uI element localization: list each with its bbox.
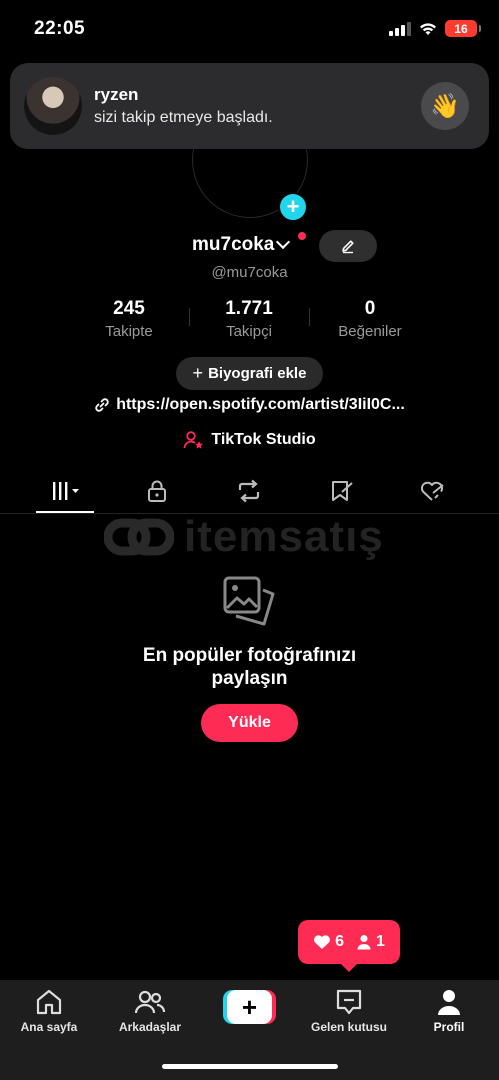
stat-likes-value: 0 <box>364 298 376 319</box>
stat-likes[interactable]: 0 Beğeniler <box>310 298 430 340</box>
stat-following[interactable]: 245 Takipte <box>69 298 189 340</box>
profile-handle: @mu7coka <box>211 264 288 281</box>
status-bar: 22:05 16 <box>0 0 499 60</box>
photos-icon <box>222 574 278 635</box>
status-time: 22:05 <box>34 18 86 39</box>
studio-person-star-icon <box>183 431 204 449</box>
lock-icon <box>148 480 166 502</box>
notification-avatar <box>24 77 82 135</box>
tab-videos[interactable] <box>35 468 95 514</box>
nav-home-label: Ana sayfa <box>20 1020 78 1034</box>
bubble-likes-count: 6 <box>335 933 344 950</box>
nav-home[interactable]: Ana sayfa <box>4 988 94 1034</box>
tab-saved[interactable] <box>311 468 371 514</box>
nav-profile[interactable]: Profil <box>404 988 494 1034</box>
watermark: itemsatış <box>104 512 384 562</box>
home-icon <box>36 989 62 1015</box>
stat-followers[interactable]: 1.771 Takipçi <box>189 298 309 340</box>
cellular-signal-icon <box>389 21 411 36</box>
tab-reposts[interactable] <box>219 468 279 514</box>
liked-icon <box>420 481 444 501</box>
edit-profile-button[interactable] <box>319 230 377 262</box>
activity-bubble[interactable]: 6 1 <box>298 920 400 972</box>
studio-label: TikTok Studio <box>211 431 316 448</box>
add-avatar-plus-icon[interactable]: + <box>278 192 308 222</box>
nav-friends-label: Arkadaşlar <box>118 1020 182 1034</box>
status-icons: 16 <box>389 20 481 37</box>
create-button[interactable]: + <box>223 990 276 1024</box>
tab-private[interactable] <box>127 468 187 514</box>
nav-friends[interactable]: Arkadaşlar <box>105 988 195 1034</box>
pencil-icon <box>342 240 354 254</box>
bubble-followers-count: 1 <box>376 933 385 950</box>
repost-icon <box>238 479 260 503</box>
nav-inbox[interactable]: Gelen kutusu <box>304 988 394 1034</box>
wave-hand-icon[interactable]: 👋 <box>421 82 469 130</box>
saved-icon <box>332 481 353 501</box>
link-icon <box>95 398 109 412</box>
person-icon <box>357 935 371 950</box>
nav-profile-label: Profil <box>433 1020 465 1034</box>
wifi-icon <box>420 22 436 35</box>
profile-link-text: https://open.spotify.com/artist/3IiI0C..… <box>116 396 405 413</box>
add-bio-button[interactable]: + Biyografi ekle <box>176 357 323 390</box>
empty-state-title: En popüler fotoğrafınızı paylaşın <box>0 644 499 690</box>
stat-followers-value: 1.771 <box>225 298 273 319</box>
nav-inbox-label: Gelen kutusu <box>310 1020 387 1034</box>
notification-username: ryzen <box>94 85 139 104</box>
videos-grid-icon <box>53 482 79 500</box>
stat-following-value: 245 <box>113 298 145 319</box>
stat-likes-label: Beğeniler <box>338 323 402 340</box>
heart-icon <box>314 935 331 949</box>
create-plus-icon: + <box>227 990 272 1024</box>
bubble-likes: 6 <box>313 933 344 951</box>
active-tab-underline <box>36 511 94 513</box>
battery-icon: 16 <box>445 20 481 37</box>
profile-content-tabs <box>0 468 499 514</box>
notification-dot <box>298 232 306 240</box>
plus-icon: + <box>192 363 204 383</box>
stat-following-label: Takipte <box>105 323 153 340</box>
empty-state-title-line1: En popüler fotoğrafınızı <box>142 645 357 666</box>
upload-button[interactable]: Yükle <box>201 704 298 742</box>
profile-link[interactable]: https://open.spotify.com/artist/3IiI0C..… <box>0 396 499 414</box>
profile-icon <box>438 990 460 1015</box>
home-indicator <box>162 1064 338 1069</box>
profile-username: mu7coka <box>192 234 275 255</box>
watermark-logo-icon <box>104 518 174 556</box>
bubble-followers: 1 <box>356 933 385 951</box>
profile-stats: 245 Takipte 1.771 Takipçi 0 Beğeniler <box>0 298 499 342</box>
friends-icon <box>134 990 166 1014</box>
follow-notification-banner[interactable]: ryzen sizi takip etmeye başladı. 👋 <box>10 63 489 149</box>
tiktok-studio-link[interactable]: TikTok Studio <box>0 430 499 450</box>
chevron-down-icon <box>276 234 291 250</box>
add-bio-label: Biyografi ekle <box>208 365 307 382</box>
inbox-icon <box>336 989 362 1015</box>
stat-followers-label: Takipçi <box>226 323 272 340</box>
tab-liked[interactable] <box>403 468 463 514</box>
notification-message: sizi takip etmeye başladı. <box>94 109 273 126</box>
empty-state-title-line2: paylaşın <box>211 668 288 689</box>
watermark-text: itemsatış <box>184 512 384 561</box>
username-switcher[interactable]: mu7coka <box>192 232 306 256</box>
